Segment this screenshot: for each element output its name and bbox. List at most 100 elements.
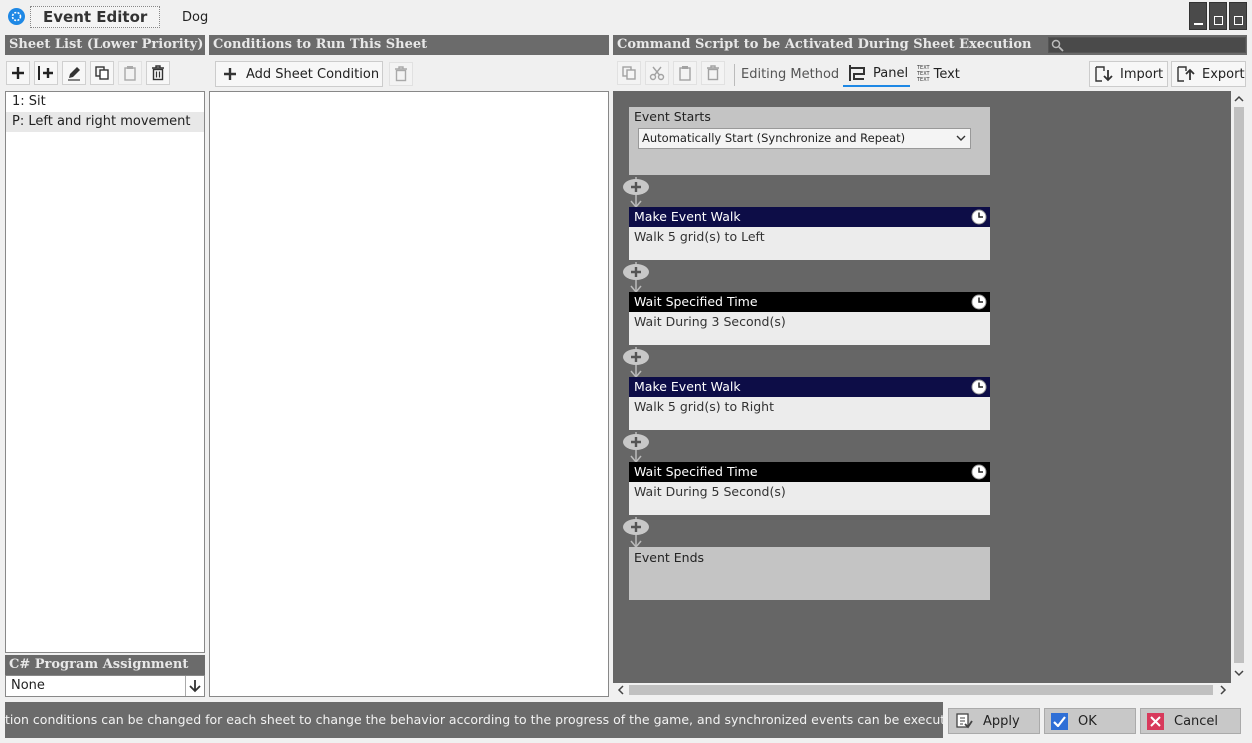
export-icon: [1177, 66, 1195, 82]
command-block[interactable]: Wait Specified Time Wait During 5 Second(…: [629, 462, 990, 515]
command-detail: Wait During 3 Second(s): [629, 312, 990, 345]
close-button[interactable]: [1229, 2, 1247, 30]
text-mode-button[interactable]: TEXT TEXT TEXT Text: [914, 61, 976, 87]
window-title: Event Editor: [30, 6, 161, 28]
csharp-value: None: [11, 678, 45, 693]
app-icon: [8, 8, 25, 25]
panel-mode-label: Panel: [873, 65, 909, 81]
cancel-label: Cancel: [1174, 713, 1219, 729]
status-hint-text: tion conditions can be changed for each …: [5, 712, 943, 727]
vertical-scroll-thumb[interactable]: [1234, 107, 1244, 663]
minimize-button[interactable]: [1189, 2, 1207, 30]
command-title: Make Event Walk: [629, 377, 990, 397]
text-mode-icon: TEXT TEXT TEXT: [917, 65, 930, 83]
maximize-button[interactable]: [1209, 2, 1227, 30]
trash-icon: [395, 66, 407, 82]
scroll-up-icon: [1234, 95, 1244, 102]
clock-icon: [971, 209, 987, 225]
status-hint: tion conditions can be changed for each …: [5, 702, 943, 738]
command-title-text: Wait Specified Time: [634, 294, 758, 309]
script-toolbar: [617, 61, 725, 85]
delete-condition-button[interactable]: [389, 62, 413, 86]
rename-sheet-button[interactable]: [62, 61, 86, 85]
command-title: Wait Specified Time: [629, 462, 990, 482]
paste-icon: [679, 66, 691, 81]
cut-command-button[interactable]: [645, 61, 669, 85]
sheet-list-header: Sheet List (Lower Priority): [5, 35, 205, 55]
insert-plus-icon: [38, 66, 53, 80]
delete-sheet-button[interactable]: [146, 61, 170, 85]
add-command-button[interactable]: [622, 347, 650, 377]
add-command-button[interactable]: [622, 262, 650, 292]
paste-sheet-button[interactable]: [118, 61, 142, 85]
add-sheet-button[interactable]: [6, 61, 30, 85]
sheet-item[interactable]: 1: Sit: [6, 92, 204, 112]
paste-command-button[interactable]: [673, 61, 697, 85]
vertical-scrollbar[interactable]: [1231, 91, 1247, 683]
event-starts-title: Event Starts: [634, 109, 711, 124]
copy-command-button[interactable]: [617, 61, 641, 85]
sheet-list[interactable]: 1: Sit P: Left and right movement: [5, 91, 205, 653]
command-detail: Walk 5 grid(s) to Right: [629, 397, 990, 430]
apply-button[interactable]: Apply: [948, 708, 1040, 734]
plus-icon: [224, 68, 236, 80]
panel-mode-button[interactable]: Panel: [843, 61, 910, 87]
add-command-button[interactable]: [622, 432, 650, 462]
event-ends-block: Event Ends: [629, 547, 990, 600]
copy-icon: [95, 66, 109, 80]
event-ends-title: Event Ends: [634, 550, 705, 565]
cancel-button[interactable]: Cancel: [1140, 708, 1241, 734]
trash-icon: [152, 65, 164, 81]
apply-label: Apply: [983, 713, 1020, 729]
horizontal-scroll-thumb[interactable]: [629, 685, 1213, 695]
command-block[interactable]: Make Event Walk Walk 5 grid(s) to Right: [629, 377, 990, 430]
clock-icon: [971, 464, 987, 480]
clock-icon: [971, 379, 987, 395]
copy-sheet-button[interactable]: [90, 61, 114, 85]
insert-sheet-button[interactable]: [34, 61, 58, 85]
copy-icon: [622, 66, 636, 80]
check-icon: [1051, 712, 1068, 730]
script-search-input[interactable]: [1048, 37, 1246, 53]
add-sheet-condition-label: Add Sheet Condition: [246, 66, 380, 82]
paste-icon: [124, 66, 136, 81]
close-icon: [1234, 16, 1243, 25]
add-sheet-condition-button[interactable]: Add Sheet Condition: [215, 61, 383, 87]
export-button[interactable]: Export: [1171, 61, 1246, 87]
add-command-button[interactable]: [622, 177, 650, 207]
trash-icon: [707, 65, 719, 81]
conditions-list[interactable]: [209, 91, 609, 697]
pencil-icon: [68, 67, 80, 81]
add-command-button[interactable]: [622, 517, 650, 547]
command-title-text: Make Event Walk: [634, 209, 741, 224]
maximize-icon: [1214, 16, 1223, 25]
command-detail: Wait During 5 Second(s): [629, 482, 990, 515]
text-mode-label: Text: [933, 66, 960, 82]
ok-label: OK: [1078, 713, 1097, 729]
clock-icon: [971, 294, 987, 310]
event-starts-block: Event Starts Automatically Start (Synchr…: [629, 107, 990, 175]
event-name: Dog: [182, 10, 209, 25]
horizontal-scrollbar[interactable]: [613, 683, 1231, 697]
command-title-text: Wait Specified Time: [634, 464, 758, 479]
command-block[interactable]: Make Event Walk Walk 5 grid(s) to Left: [629, 207, 990, 260]
command-title: Make Event Walk: [629, 207, 990, 227]
trigger-select[interactable]: Automatically Start (Synchronize and Rep…: [638, 128, 971, 149]
dropdown-arrow-icon[interactable]: [185, 676, 204, 696]
script-canvas[interactable]: Event Starts Automatically Start (Synchr…: [613, 91, 1231, 683]
search-icon: [1051, 39, 1064, 52]
sheet-item-selected[interactable]: P: Left and right movement: [6, 112, 204, 132]
sheet-toolbar: [6, 61, 170, 85]
csharp-header: C# Program Assignment: [5, 655, 205, 675]
delete-command-button[interactable]: [701, 61, 725, 85]
scroll-left-icon: [617, 685, 624, 695]
import-button[interactable]: Import: [1089, 61, 1168, 87]
csharp-select[interactable]: None: [5, 675, 205, 697]
chevron-down-icon: [956, 135, 966, 141]
apply-icon: [956, 713, 973, 729]
toolbar-divider: [734, 64, 735, 86]
script-header-label: Command Script to be Activated During Sh…: [617, 37, 1032, 52]
command-block[interactable]: Wait Specified Time Wait During 3 Second(…: [629, 292, 990, 345]
ok-button[interactable]: OK: [1044, 708, 1136, 734]
panel-icon: [849, 65, 865, 81]
